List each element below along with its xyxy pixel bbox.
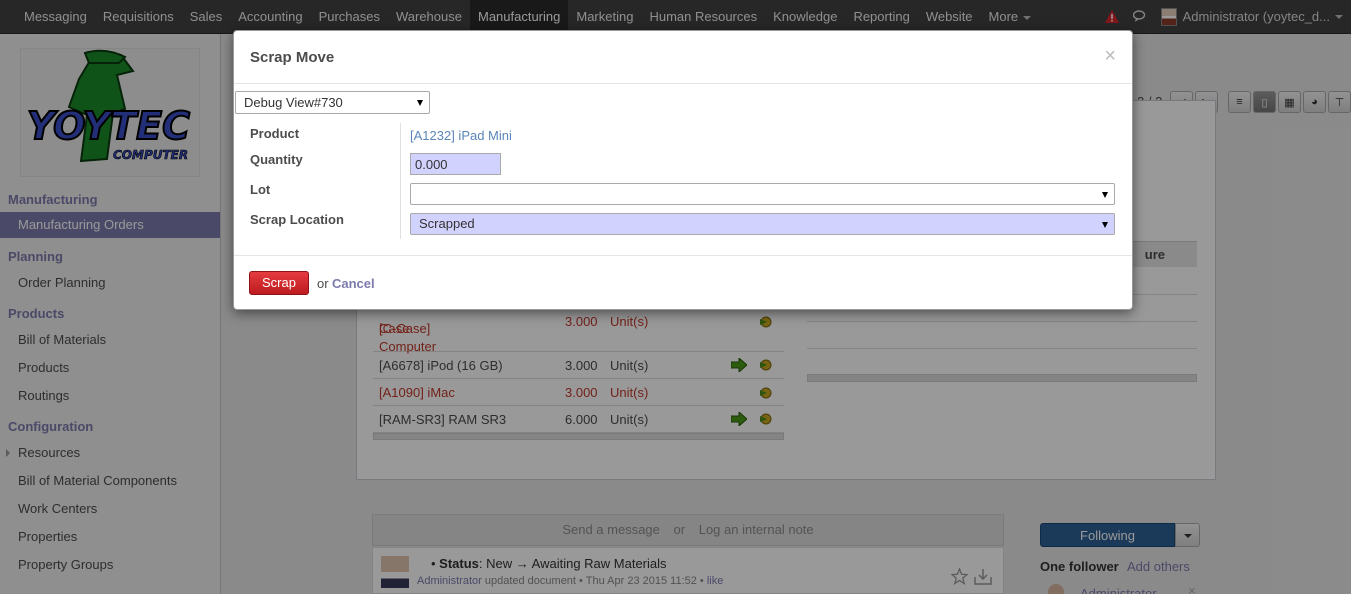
scrap-location-select[interactable]: Scrapped bbox=[410, 213, 1115, 235]
product-value-link[interactable]: [A1232] iPad Mini bbox=[410, 128, 512, 143]
modal-footer: Scrap or Cancel bbox=[234, 255, 1132, 310]
debug-view-value: Debug View#730 bbox=[244, 95, 343, 110]
dropdown-arrow-icon bbox=[1102, 222, 1108, 228]
scrap-button[interactable]: Scrap bbox=[249, 271, 309, 295]
scrap-move-dialog: Scrap Move × Debug View#730 Product Quan… bbox=[233, 30, 1133, 310]
lot-select[interactable] bbox=[410, 183, 1115, 205]
field-separator bbox=[400, 123, 401, 239]
debug-view-select[interactable]: Debug View#730 bbox=[235, 91, 430, 114]
close-icon[interactable]: × bbox=[1104, 45, 1116, 68]
scrap-location-value: Scrapped bbox=[419, 216, 475, 231]
quantity-label: Quantity bbox=[250, 152, 303, 167]
or-text: or bbox=[317, 276, 329, 291]
quantity-input[interactable] bbox=[410, 153, 501, 175]
modal-title: Scrap Move bbox=[250, 49, 335, 66]
dropdown-arrow-icon bbox=[1102, 192, 1108, 198]
product-label: Product bbox=[250, 126, 300, 141]
cancel-button[interactable]: Cancel bbox=[332, 276, 375, 291]
dropdown-arrow-icon bbox=[417, 100, 423, 106]
scrap-location-label: Scrap Location bbox=[250, 212, 344, 227]
modal-header: Scrap Move × bbox=[234, 31, 1132, 84]
lot-label: Lot bbox=[250, 182, 271, 197]
